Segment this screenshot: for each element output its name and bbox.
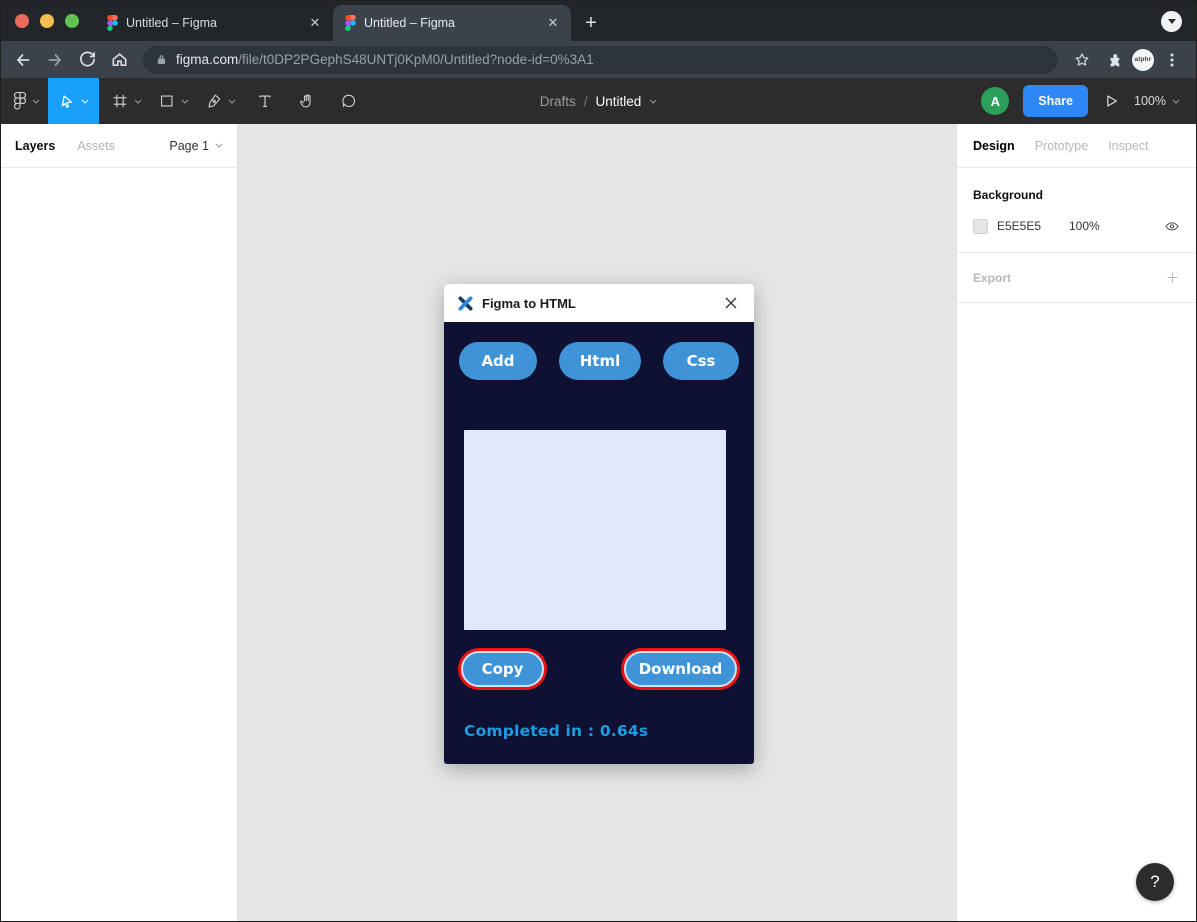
- traffic-light-zoom-button[interactable]: [65, 14, 79, 28]
- rectangle-icon: [158, 92, 176, 110]
- text-icon: [256, 92, 274, 110]
- breadcrumb: Drafts / Untitled: [540, 94, 658, 109]
- new-tab-button[interactable]: +: [577, 9, 605, 37]
- chevron-down-icon: [215, 143, 223, 148]
- text-tool-button[interactable]: [248, 78, 282, 124]
- url-path: /file/t0DP2PGephS48UNTj0KpM0/Untitled?no…: [238, 52, 593, 67]
- tab-close-icon[interactable]: ✕: [545, 15, 561, 31]
- chevron-down-icon: [81, 99, 89, 104]
- move-cursor-icon: [58, 92, 76, 110]
- move-tool-button[interactable]: [48, 78, 99, 124]
- breadcrumb-folder[interactable]: Drafts: [540, 94, 576, 109]
- figma-favicon: [345, 15, 356, 31]
- page-selector-label: Page 1: [169, 139, 209, 153]
- opacity-value[interactable]: 100%: [1069, 219, 1164, 233]
- tab-title: Untitled – Figma: [126, 16, 299, 30]
- copy-button[interactable]: Copy: [461, 651, 544, 687]
- zoom-menu-button[interactable]: 100%: [1134, 94, 1180, 108]
- reload-button[interactable]: [73, 46, 101, 74]
- tab-assets[interactable]: Assets: [77, 139, 115, 153]
- url-text: figma.com/file/t0DP2PGephS48UNTj0KpM0/Un…: [176, 52, 594, 67]
- tab-inspect[interactable]: Inspect: [1108, 139, 1148, 153]
- main-menu-button[interactable]: [1, 78, 48, 124]
- preview-area: [464, 430, 726, 630]
- chevron-down-icon: [228, 99, 236, 104]
- tab-close-icon[interactable]: ✕: [307, 15, 323, 31]
- pen-tool-button[interactable]: [197, 78, 244, 124]
- plugin-modal-header[interactable]: Figma to HTML: [444, 284, 754, 322]
- chevron-down-icon: [134, 99, 142, 104]
- status-text: Completed in : 0.64s: [464, 722, 648, 740]
- forward-button[interactable]: [41, 46, 69, 74]
- window-controls: [1, 1, 95, 41]
- chevron-down-icon: [1168, 19, 1176, 24]
- traffic-light-minimize-button[interactable]: [40, 14, 54, 28]
- export-add-button[interactable]: [1165, 270, 1180, 285]
- plugin-title: Figma to HTML: [482, 296, 713, 311]
- url-domain: figma.com: [176, 52, 238, 67]
- page-selector[interactable]: Page 1: [169, 139, 223, 153]
- comment-bubble-icon: [340, 92, 358, 110]
- css-button[interactable]: Css: [663, 342, 739, 380]
- plugin-modal-body: Add Html Css Copy Download Completed in …: [444, 322, 754, 764]
- color-hex-value[interactable]: E5E5E5: [997, 219, 1069, 233]
- figma-logo-icon: [13, 91, 27, 111]
- visibility-eye-icon[interactable]: [1164, 218, 1180, 234]
- user-avatar[interactable]: A: [981, 87, 1009, 115]
- layers-panel: Layers Assets Page 1: [1, 124, 238, 921]
- html-button[interactable]: Html: [559, 342, 641, 380]
- home-button[interactable]: [105, 46, 133, 74]
- color-swatch[interactable]: [973, 219, 988, 234]
- figma-toolbar: Drafts / Untitled A Share 100%: [1, 78, 1196, 124]
- pen-icon: [205, 92, 223, 110]
- lock-icon: [155, 52, 168, 67]
- back-button[interactable]: [9, 46, 37, 74]
- traffic-light-close-button[interactable]: [15, 14, 29, 28]
- figma-favicon: [107, 15, 118, 31]
- properties-panel: Design Prototype Inspect Background E5E5…: [956, 124, 1196, 921]
- tab-layers[interactable]: Layers: [15, 139, 55, 153]
- tab-prototype[interactable]: Prototype: [1035, 139, 1089, 153]
- help-button[interactable]: ?: [1136, 863, 1174, 901]
- chevron-down-icon: [32, 99, 40, 104]
- tab-design[interactable]: Design: [973, 139, 1015, 153]
- rectangle-tool-button[interactable]: [150, 78, 197, 124]
- chevron-down-icon: [181, 99, 189, 104]
- tab-overview-button[interactable]: [1161, 11, 1182, 32]
- export-section: Export: [957, 253, 1196, 303]
- frame-icon: [111, 92, 129, 110]
- plugin-icon: [458, 296, 473, 311]
- browser-menu-icon[interactable]: [1158, 46, 1186, 74]
- browser-tab-strip: Untitled – Figma ✕ Untitled – Figma ✕ +: [1, 1, 1196, 41]
- background-section-title: Background: [973, 188, 1180, 202]
- add-button[interactable]: Add: [459, 342, 537, 380]
- zoom-level: 100%: [1134, 94, 1166, 108]
- breadcrumb-separator: /: [584, 94, 588, 109]
- close-icon[interactable]: [722, 294, 740, 312]
- present-button[interactable]: [1102, 92, 1120, 110]
- plugin-modal: Figma to HTML Add Html Css Copy Download: [444, 284, 754, 764]
- breadcrumb-filename[interactable]: Untitled: [596, 94, 642, 109]
- tab-title: Untitled – Figma: [364, 16, 537, 30]
- browser-toolbar: figma.com/file/t0DP2PGephS48UNTj0KpM0/Un…: [1, 41, 1196, 78]
- download-button[interactable]: Download: [624, 651, 737, 687]
- chevron-down-icon: [1172, 99, 1180, 104]
- comment-tool-button[interactable]: [332, 78, 366, 124]
- browser-tab-2-active[interactable]: Untitled – Figma ✕: [333, 5, 571, 41]
- app-window: Untitled – Figma ✕ Untitled – Figma ✕ +: [0, 0, 1197, 922]
- hand-tool-button[interactable]: [290, 78, 324, 124]
- canvas[interactable]: Figma to HTML Add Html Css Copy Download: [238, 124, 956, 921]
- hand-icon: [298, 92, 316, 110]
- export-section-title: Export: [973, 271, 1011, 285]
- url-bar[interactable]: figma.com/file/t0DP2PGephS48UNTj0KpM0/Un…: [143, 46, 1058, 74]
- frame-tool-button[interactable]: [103, 78, 150, 124]
- bookmark-star-icon[interactable]: [1068, 46, 1096, 74]
- browser-tab-1[interactable]: Untitled – Figma ✕: [95, 5, 333, 41]
- extensions-icon[interactable]: [1100, 46, 1128, 74]
- chevron-down-icon[interactable]: [649, 99, 657, 104]
- share-button[interactable]: Share: [1023, 85, 1088, 117]
- profile-avatar[interactable]: alphr: [1132, 49, 1154, 71]
